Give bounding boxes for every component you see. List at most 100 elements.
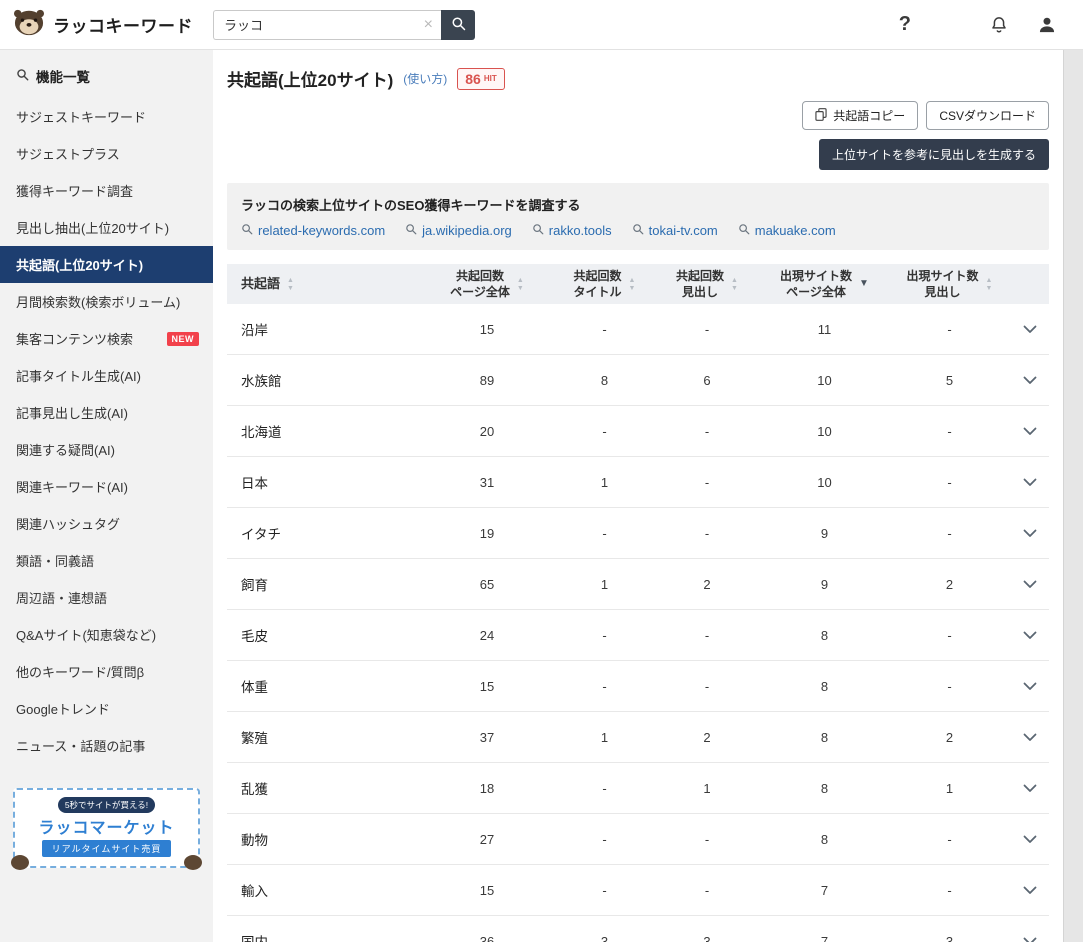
cell-value: 36 (417, 934, 557, 942)
cooccurrence-term: 輸入 (227, 880, 417, 900)
sidebar-item-3[interactable]: 見出し抽出(上位20サイト) (0, 209, 213, 246)
search-icon (241, 223, 253, 238)
cell-value: - (887, 679, 1012, 694)
sidebar-item-11[interactable]: 関連ハッシュタグ (0, 505, 213, 542)
site-link-3[interactable]: tokai-tv.com (632, 223, 718, 238)
table-row-12: 国内363373 (227, 916, 1049, 942)
sidebar-item-0[interactable]: サジェストキーワード (0, 98, 213, 135)
cell-value: 8 (762, 832, 887, 847)
sidebar-item-1[interactable]: サジェストプラス (0, 135, 213, 172)
sidebar-item-12[interactable]: 類語・同義語 (0, 542, 213, 579)
menu-icon[interactable] (939, 16, 961, 33)
sidebar-item-label: Q&Aサイト(知恵袋など) (16, 625, 156, 644)
column-header-0[interactable]: 共起語▲▼ (227, 264, 417, 304)
csv-download-button[interactable]: CSVダウンロード (926, 101, 1049, 130)
sidebar-item-7[interactable]: 記事タイトル生成(AI) (0, 357, 213, 394)
sidebar-item-4[interactable]: 共起語(上位20サイト) (0, 246, 213, 283)
table-row-2: 北海道20--10- (227, 406, 1049, 457)
row-expand-chevron[interactable] (1012, 835, 1048, 844)
table-body: 沿岸15--11-水族館8986105北海道20--10-日本311-10-イタ… (227, 304, 1049, 942)
features-search-icon (16, 68, 29, 84)
column-header-1[interactable]: 共起回数ページ全体 ▲▼ (417, 264, 557, 304)
cell-value: - (557, 628, 652, 643)
row-expand-chevron[interactable] (1012, 733, 1048, 742)
cell-value: - (652, 424, 762, 439)
cooccurrence-term: 国内 (227, 931, 417, 942)
sort-icon[interactable]: ▲▼ (287, 277, 294, 292)
sidebar-item-label: サジェストキーワード (16, 107, 146, 126)
sidebar-item-14[interactable]: Q&Aサイト(知恵袋など) (0, 616, 213, 653)
copy-cooccurrence-button[interactable]: 共起語コピー (802, 101, 918, 130)
search-button[interactable] (441, 10, 475, 40)
cooccurrence-term: イタチ (227, 523, 417, 543)
scrollbar-track[interactable] (1063, 50, 1083, 942)
row-expand-chevron[interactable] (1012, 784, 1048, 793)
sidebar-item-17[interactable]: ニュース・話題の記事 (0, 727, 213, 764)
column-header-2[interactable]: 共起回数タイトル▲▼ (557, 264, 652, 304)
cell-value: - (557, 679, 652, 694)
column-header-5[interactable]: 出現サイト数見出し▲▼ (887, 264, 1012, 304)
sidebar-item-10[interactable]: 関連キーワード(AI) (0, 468, 213, 505)
usage-link[interactable]: (使い方) (403, 70, 447, 87)
cell-value: 20 (417, 424, 557, 439)
cell-value: - (887, 526, 1012, 541)
column-header-label: 共起回数ページ全体 (450, 268, 510, 300)
row-expand-chevron[interactable] (1012, 325, 1048, 334)
sort-icon[interactable]: ▲▼ (986, 277, 993, 292)
sidebar-item-5[interactable]: 月間検索数(検索ボリューム) (0, 283, 213, 320)
row-expand-chevron[interactable] (1012, 937, 1048, 942)
sidebar-item-13[interactable]: 周辺語・連想語 (0, 579, 213, 616)
sidebar-item-16[interactable]: Googleトレンド (0, 690, 213, 727)
cell-value: 2 (887, 730, 1012, 745)
table-row-11: 輸入15--7- (227, 865, 1049, 916)
row-expand-chevron[interactable] (1012, 631, 1048, 640)
sidebar-item-2[interactable]: 獲得キーワード調査 (0, 172, 213, 209)
cell-value: 8 (762, 628, 887, 643)
logo[interactable]: ラッコキーワード (0, 7, 213, 42)
column-header-4[interactable]: 出現サイト数ページ全体▼ (762, 264, 887, 304)
sort-icon[interactable]: ▲▼ (517, 277, 524, 292)
site-link-2[interactable]: rakko.tools (532, 223, 612, 238)
sidebar-item-6[interactable]: 集客コンテンツ検索NEW (0, 320, 213, 357)
search-input[interactable] (213, 10, 441, 40)
row-expand-chevron[interactable] (1012, 376, 1048, 385)
site-links: related-keywords.com ja.wikipedia.org rakk… (241, 223, 1035, 238)
help-icon[interactable]: ? (899, 13, 911, 36)
bell-icon[interactable] (989, 15, 1009, 35)
sort-icon[interactable]: ▲▼ (629, 277, 636, 292)
otter-mascot-icon (11, 855, 29, 870)
app: ラッコキーワード × ? (0, 0, 1083, 50)
row-expand-chevron[interactable] (1012, 529, 1048, 538)
site-link-0[interactable]: related-keywords.com (241, 223, 385, 238)
site-link-label: tokai-tv.com (649, 223, 718, 238)
site-link-4[interactable]: makuake.com (738, 223, 836, 238)
sidebar-item-label: 類語・同義語 (16, 551, 94, 570)
generate-headings-button[interactable]: 上位サイトを参考に見出しを生成する (819, 139, 1049, 170)
sidebar-item-8[interactable]: 記事見出し生成(AI) (0, 394, 213, 431)
sort-icon[interactable]: ▼ (859, 279, 869, 289)
row-expand-chevron[interactable] (1012, 886, 1048, 895)
site-link-1[interactable]: ja.wikipedia.org (405, 223, 512, 238)
cell-value: 2 (887, 577, 1012, 592)
page-title: 共起語(上位20サイト) (227, 66, 393, 91)
column-header-3[interactable]: 共起回数見出し▲▼ (652, 264, 762, 304)
cooccurrence-term: 飼育 (227, 574, 417, 594)
table-row-9: 乱獲18-181 (227, 763, 1049, 814)
row-expand-chevron[interactable] (1012, 427, 1048, 436)
cooccurrence-term: 北海道 (227, 421, 417, 441)
row-expand-chevron[interactable] (1012, 580, 1048, 589)
sidebar-item-9[interactable]: 関連する疑問(AI) (0, 431, 213, 468)
user-icon[interactable] (1037, 15, 1057, 35)
cell-value: 1 (557, 730, 652, 745)
cell-value: - (887, 883, 1012, 898)
row-expand-chevron[interactable] (1012, 478, 1048, 487)
row-expand-chevron[interactable] (1012, 682, 1048, 691)
site-link-label: rakko.tools (549, 223, 612, 238)
hit-badge: 86 HIT (457, 68, 504, 90)
sidebar-item-15[interactable]: 他のキーワード/質問β (0, 653, 213, 690)
clear-search-icon[interactable]: × (424, 17, 433, 33)
sort-icon[interactable]: ▲▼ (731, 277, 738, 292)
sidebar-banner[interactable]: 5秒でサイトが買える! ラッコマーケット リアルタイムサイト売買 (13, 788, 200, 868)
features-heading: 機能一覧 (0, 50, 213, 98)
site-link-label: ja.wikipedia.org (422, 223, 512, 238)
